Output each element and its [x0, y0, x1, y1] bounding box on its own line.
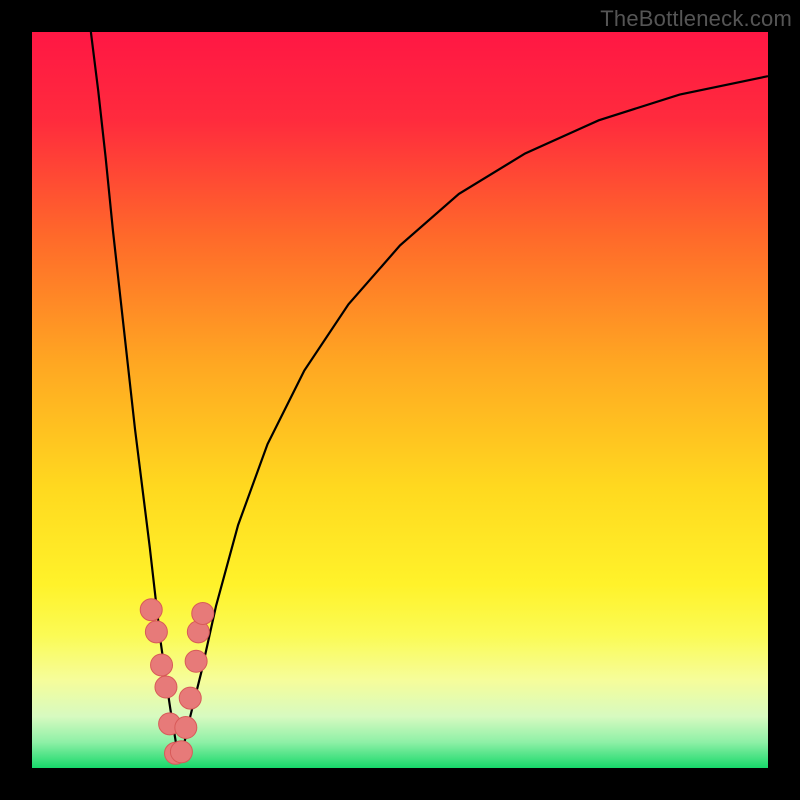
gradient-background: [32, 32, 768, 768]
data-marker: [140, 599, 162, 621]
data-marker: [185, 650, 207, 672]
data-marker: [179, 687, 201, 709]
chart-svg: [32, 32, 768, 768]
data-marker: [151, 654, 173, 676]
data-marker: [145, 621, 167, 643]
chart-frame: TheBottleneck.com: [0, 0, 800, 800]
attribution-label: TheBottleneck.com: [600, 6, 792, 32]
plot-area: [32, 32, 768, 768]
data-marker: [175, 717, 197, 739]
data-marker: [170, 741, 192, 763]
data-marker: [192, 602, 214, 624]
data-marker: [155, 676, 177, 698]
